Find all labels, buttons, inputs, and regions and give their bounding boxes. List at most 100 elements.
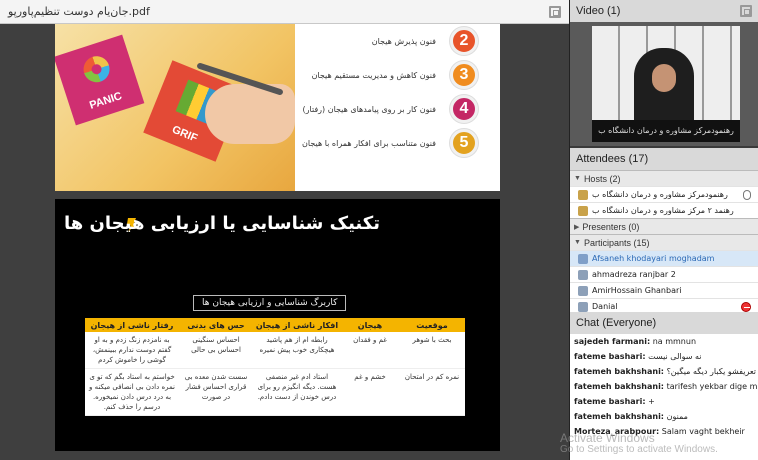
chat-text: ممنون	[666, 412, 688, 421]
table-cell: سست شدن معده بی قراری احساس فشار در صورت	[179, 368, 253, 416]
table-cell: رابطه ام از هم پاشید هیچکاری خوب پیش نمی…	[253, 332, 341, 369]
host-row[interactable]: رهنمودمرکز مشاوره و درمان دانشگاه ب	[570, 186, 758, 202]
chat-message: fatemeh bakhshani: ممنون	[570, 409, 758, 424]
step-label: فنون پذیرش هیجان	[371, 36, 436, 46]
chat-sender: fateme bashari:	[574, 352, 646, 361]
table-row: بحث با شوهر غم و فقدان رابطه ام از هم پا…	[85, 332, 465, 369]
presenters-label: Presenters (0)	[582, 221, 640, 232]
step-item: فنون کاهش و مدیریت مستقیم هیجان 3	[288, 58, 478, 92]
caret-right-icon: ▶	[574, 223, 580, 231]
column-header: حس های بدنی	[179, 318, 253, 332]
table-cell: احساس سنگینی احساس بی حالی	[179, 332, 253, 369]
video-section: Video (1) رهنمودمرکز مشاوره و درمان دانش…	[570, 0, 758, 146]
steps-list: فنون پذیرش هیجان 2 فنون کاهش و مدیریت مس…	[288, 24, 478, 160]
attendees-section: Attendees (17) ▼ Hosts (2) رهنمودمرکز مشا…	[570, 148, 758, 314]
hosts-label: Hosts (2)	[583, 173, 621, 184]
chat-message: sajedeh farmani: na mmnun	[570, 334, 758, 349]
slide-title: تکنیک شناسایی یا ارزیابی هیجان ها	[64, 213, 380, 234]
attendees-count: (17)	[628, 153, 649, 165]
caret-down-icon: ▼	[574, 175, 581, 182]
participants-group[interactable]: ▼ Participants (15)	[570, 234, 758, 250]
table-cell: خواستم به استاد بگم که تو ی نمره دادن بی…	[85, 368, 179, 416]
step-label: فنون متناسب برای افکار همراه با هیجان	[302, 138, 436, 148]
caret-down-icon: ▼	[574, 239, 581, 246]
chat-message: fateme bashari: +	[570, 394, 758, 409]
remove-icon[interactable]	[741, 302, 751, 312]
chat-text: tarifesh yekbar dige migin?	[666, 382, 758, 391]
chat-header: Chat (Everyone)	[570, 312, 758, 334]
user-icon	[578, 269, 588, 280]
participant-name: AmirHossain Ghanbari	[592, 286, 682, 295]
attendees-title: Attendees	[576, 153, 626, 165]
slide-illustration: PANIC GRIF	[55, 24, 295, 191]
user-icon	[578, 285, 588, 296]
slide-subtitle: کاربرگ شناسایی و ارزیابی هیجان ها	[193, 295, 347, 311]
watermark-line-2: Go to Settings to activate Windows.	[560, 444, 718, 455]
video-count: (1)	[607, 5, 621, 17]
step-number: 5	[450, 129, 478, 157]
chat-sender: fatemeh bakhshani:	[574, 367, 665, 376]
participants-label: Participants (15)	[583, 237, 650, 248]
expand-icon[interactable]	[549, 5, 561, 18]
video-title: Video	[576, 5, 604, 17]
grif-card-label: GRIF	[170, 123, 200, 145]
step-item: فنون متناسب برای افکار همراه با هیجان 5	[288, 126, 478, 160]
host-row[interactable]: رهنمد ۲ مرکز مشاوره و درمان دانشگاه ب	[570, 202, 758, 218]
step-label: فنون کاهش و مدیریت مستقیم هیجان	[311, 70, 436, 80]
host-name: رهنمودمرکز مشاوره و درمان دانشگاه ب	[592, 190, 728, 199]
table-cell: غم و فقدان	[341, 332, 399, 369]
participant-row[interactable]: AmirHossain Ghanbari	[570, 282, 758, 298]
slide-2: تکنیک شناسایی یا ارزیابی هیجان ها کاربرگ…	[55, 199, 500, 451]
chat-text: +	[648, 397, 655, 406]
participant-name: ahmadreza ranjbar 2	[592, 270, 676, 279]
table-row: نمره کم در امتحان خشم و غم استاد ادم غیر…	[85, 368, 465, 416]
emotion-worksheet-table: موقعیت هیجان افکار ناشی از هیجان حس های …	[85, 318, 465, 416]
table-header-row: موقعیت هیجان افکار ناشی از هیجان حس های …	[85, 318, 465, 332]
user-icon	[578, 301, 588, 312]
chat-sender: fatemeh bakhshani:	[574, 412, 665, 421]
table-cell: خشم و غم	[341, 368, 399, 416]
chat-sender: sajedeh farmani:	[574, 337, 651, 346]
activation-watermark: Activate Windows Go to Settings to activ…	[560, 432, 718, 456]
document-title: جان‌یام دوست تنظیم‌پاورپو.pdf	[8, 5, 150, 18]
video-feed[interactable]: رهنمودمرکز مشاوره و درمان دانشگاه ب	[592, 26, 740, 142]
column-header: افکار ناشی از هیجان	[253, 318, 341, 332]
document-viewer[interactable]: PANIC GRIF فنون پذیرش هیجان 2 فنون کاهش …	[0, 24, 569, 460]
hosts-group[interactable]: ▼ Hosts (2)	[570, 170, 758, 186]
slide-1: PANIC GRIF فنون پذیرش هیجان 2 فنون کاهش …	[55, 24, 500, 191]
chat-text: تعریفشو یکبار دیگه میگین؟	[666, 367, 756, 376]
chat-message: fateme bashari: نه سوالی نیست	[570, 349, 758, 364]
chat-sender: fateme bashari:	[574, 397, 646, 406]
step-item: فنون کار بر روی پیامدهای هیجان (رفتار) 4	[288, 92, 478, 126]
side-panel: Video (1) رهنمودمرکز مشاوره و درمان دانش…	[569, 0, 758, 460]
microphone-icon[interactable]	[743, 190, 751, 200]
user-icon	[578, 253, 588, 264]
participant-name: Danial	[592, 302, 618, 311]
step-item: فنون پذیرش هیجان 2	[288, 24, 478, 58]
step-number: 3	[450, 61, 478, 89]
chat-title: Chat	[576, 317, 600, 329]
table-cell: نمره کم در امتحان	[399, 368, 465, 416]
participant-row[interactable]: ahmadreza ranjbar 2	[570, 266, 758, 282]
video-header: Video (1)	[570, 0, 758, 22]
presenters-group[interactable]: ▶ Presenters (0)	[570, 218, 758, 234]
lock-user-icon	[578, 189, 588, 200]
chat-message: fatemeh bakhshani: tarifesh yekbar dige …	[570, 379, 758, 394]
expand-icon[interactable]	[740, 5, 752, 17]
document-title-bar: جان‌یام دوست تنظیم‌پاورپو.pdf	[0, 0, 569, 24]
app-window: جان‌یام دوست تنظیم‌پاورپو.pdf PANIC GRIF	[0, 0, 758, 460]
participant-row[interactable]: Afsaneh khodayari moghadam	[570, 250, 758, 266]
chat-text: na mmnun	[652, 337, 697, 346]
column-header: هیجان	[341, 318, 399, 332]
table-cell: به نامزدم زنگ زدم و به او گفتم دوست ندار…	[85, 332, 179, 369]
panic-card: PANIC	[55, 34, 145, 126]
host-name: رهنمد ۲ مرکز مشاوره و درمان دانشگاه ب	[592, 206, 734, 215]
panic-card-label: PANIC	[88, 90, 124, 112]
lock-user-icon	[578, 205, 588, 216]
table-cell: بحث با شوهر	[399, 332, 465, 369]
participant-name: Afsaneh khodayari moghadam	[592, 254, 715, 263]
chat-scope[interactable]: (Everyone)	[602, 317, 656, 329]
column-header: موقعیت	[399, 318, 465, 332]
step-number: 2	[450, 27, 478, 55]
column-header: رفتار ناشی از هیجان	[85, 318, 179, 332]
